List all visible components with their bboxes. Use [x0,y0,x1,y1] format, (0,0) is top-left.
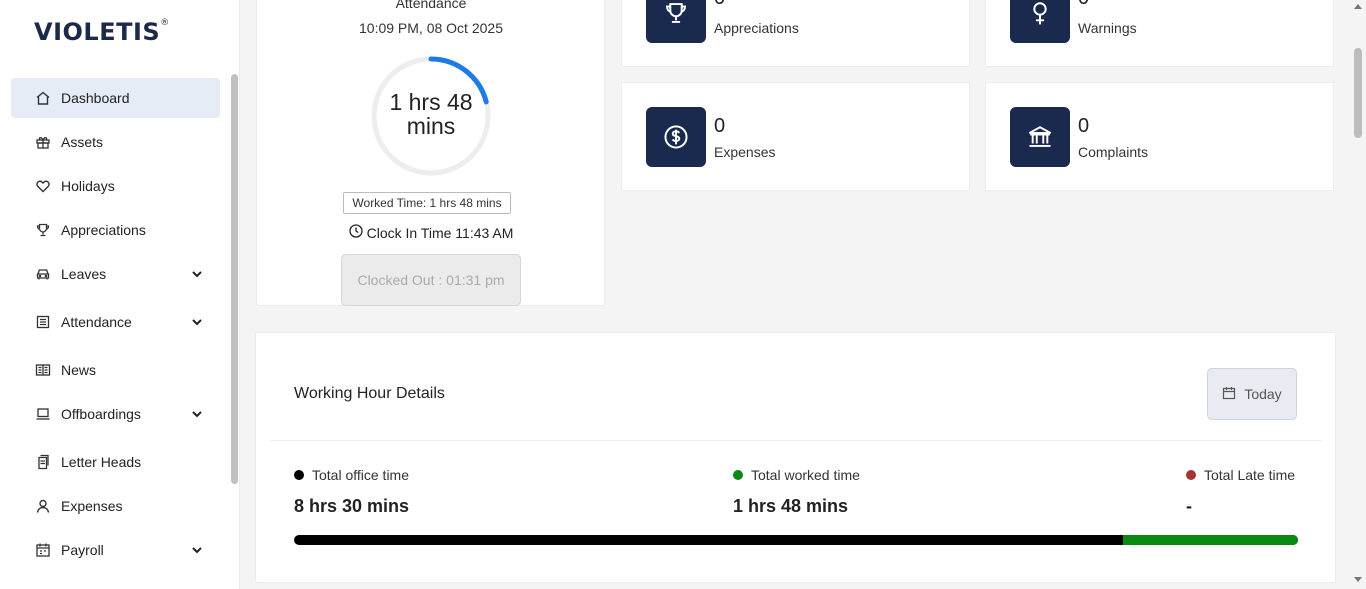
sidebar-item-attendance[interactable]: Attendance [11,302,220,342]
list-icon [35,314,51,330]
trophy-icon [646,0,706,43]
newspaper-icon [35,362,51,378]
calendar-icon [35,542,51,558]
trophy-icon [35,222,51,238]
appreciations-count: 0 [714,0,725,10]
sidebar-item-letter-heads[interactable]: Letter Heads [11,442,220,482]
brand-logo[interactable]: VIOLETIS® [34,18,170,46]
calendar-icon [1222,386,1236,403]
date-filter-label: Today [1244,386,1282,402]
attendance-card: Attendance 10:09 PM, 08 Oct 2025 1 hrs 4… [256,0,605,306]
home-icon [35,90,51,106]
complaints-label: Complaints [1078,144,1149,160]
sidebar-item-dashboard[interactable]: Dashboard [11,78,220,118]
sidebar-item-label: Appreciations [61,222,146,238]
sidebar-item-label: Assets [61,134,104,150]
female-icon [1010,0,1070,43]
sidebar-item-label: Expenses [61,498,123,514]
legend-worked-label: Total worked time [751,467,860,483]
sidebar-item-leaves[interactable]: Leaves [11,254,220,294]
legend-late-time: Total Late time [1186,467,1295,483]
chevron-down-icon[interactable] [190,267,204,281]
attendance-title: Attendance [395,0,467,11]
sidebar-item-label: Attendance [61,314,132,330]
stat-card-complaints[interactable]: 0 Complaints [985,82,1334,191]
ring-text-line2: mins [406,113,456,139]
user-icon [35,498,51,514]
chevron-down-icon[interactable] [190,543,204,557]
worked-time-badge: Worked Time: 1 hrs 48 mins [343,192,511,214]
stat-card-expenses[interactable]: 0 Expenses [621,82,970,191]
expenses-count: 0 [714,115,726,137]
car-icon [35,266,51,282]
gift-icon [35,134,51,150]
bank-icon [1010,107,1070,167]
attendance-datetime: 10:09 PM, 08 Oct 2025 [359,20,503,36]
sidebar-scrollbar[interactable] [231,74,238,484]
brand-name: VIOLETIS [34,18,161,46]
clock-icon [348,224,363,241]
sidebar-item-appreciations[interactable]: Appreciations [11,210,220,250]
scroll-up-arrow[interactable] [1354,4,1362,9]
sidebar-item-label: Offboardings [61,406,141,422]
laptop-icon [35,406,51,422]
ring-text: 1 hrs 48 mins [370,90,492,138]
working-hour-card: Working Hour Details Today Total office … [255,332,1336,583]
chevron-down-icon[interactable] [190,315,204,329]
date-filter-button[interactable]: Today [1207,368,1297,420]
scroll-down-arrow[interactable] [1354,577,1362,582]
late-time-value: - [1186,496,1192,516]
worked-time-bar-fill [1123,535,1298,545]
legend-dot-office [294,470,304,480]
sidebar-item-label: Dashboard [61,90,130,106]
office-time-value: 8 hrs 30 mins [294,496,410,516]
clock-in-time: Clock In Time 11:43 AM [257,224,605,241]
sidebar-item-label: Letter Heads [61,454,142,470]
stat-card-warnings[interactable]: 0 Warnings [985,0,1334,67]
sidebar: VIOLETIS® Dashboard Assets Holidays Appr… [0,0,240,589]
legend-office-time: Total office time [294,467,409,483]
expenses-label: Expenses [714,144,776,160]
document-icon [35,454,51,470]
worked-time-value: 1 hrs 48 mins [733,496,849,516]
sidebar-item-label: Payroll [61,542,104,558]
sidebar-item-news[interactable]: News [11,350,220,390]
sidebar-item-holidays[interactable]: Holidays [11,166,220,206]
sidebar-item-payroll[interactable]: Payroll [11,530,220,570]
clock-in-text: Clock In Time 11:43 AM [366,224,514,241]
sidebar-item-assets[interactable]: Assets [11,122,220,162]
sidebar-item-label: Leaves [61,266,107,282]
sidebar-item-label: News [61,362,97,378]
divider [270,440,1322,441]
appreciations-label: Appreciations [714,20,799,36]
clocked-out-button[interactable]: Clocked Out : 01:31 pm [341,254,521,306]
legend-dot-worked [733,470,743,480]
complaints-count: 0 [1078,115,1090,137]
warnings-label: Warnings [1078,20,1137,36]
legend-dot-late [1186,470,1196,480]
sidebar-item-expenses[interactable]: Expenses [11,486,220,526]
working-hour-title: Working Hour Details [294,385,445,402]
legend-late-label: Total Late time [1204,467,1296,483]
sidebar-item-label: Holidays [61,178,115,194]
page-scrollbar[interactable] [1354,48,1362,138]
legend-worked-time: Total worked time [733,467,860,483]
legend-office-label: Total office time [312,467,410,483]
warnings-count: 0 [1078,0,1089,10]
ring-text-line1: 1 hrs 48 [389,89,473,115]
chevron-down-icon[interactable] [190,407,204,421]
stat-card-appreciations[interactable]: 0 Appreciations [621,0,970,67]
dollar-icon [646,107,706,167]
brand-trademark: ® [160,18,170,28]
heart-icon [35,178,51,194]
time-progress-bar [294,535,1298,545]
sidebar-item-offboardings[interactable]: Offboardings [11,394,220,434]
